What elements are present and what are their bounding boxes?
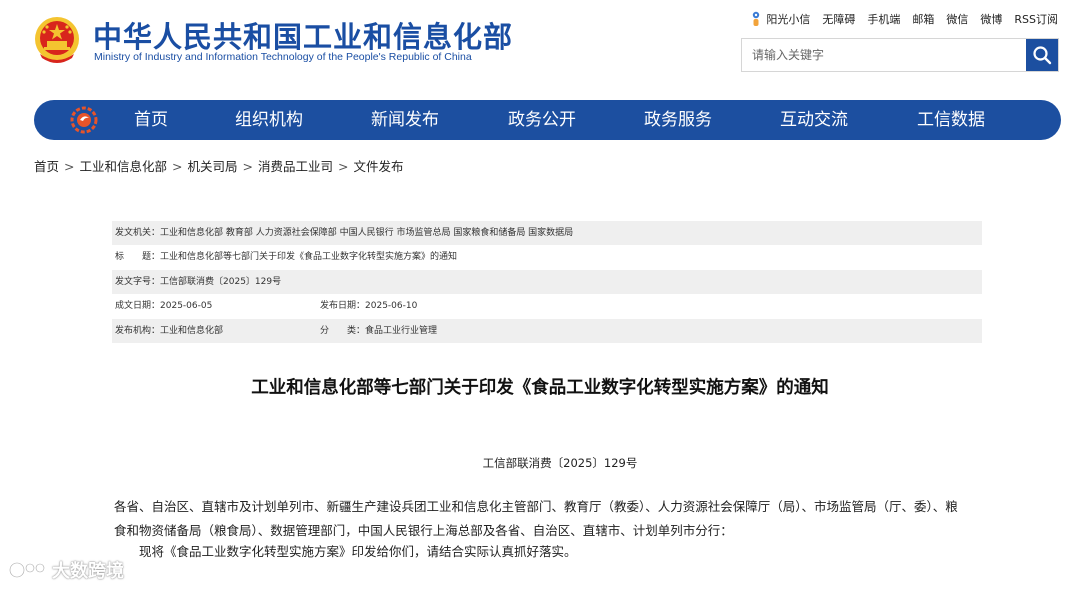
top-link-mail[interactable]: 邮箱 [912, 11, 934, 27]
top-link-weibo[interactable]: 微博 [980, 11, 1002, 27]
meta-title: 标 题：工业和信息化部等七部门关于印发《食品工业数字化转型实施方案》的通知 [115, 245, 457, 269]
top-utility-links: 阳光小信 无障碍 手机端 邮箱 微信 微博 RSS订阅 [750, 11, 1058, 27]
breadcrumb-separator: > [64, 159, 75, 174]
top-link-sunshine[interactable]: 阳光小信 [750, 11, 810, 27]
nav-item-organization[interactable]: 组织机构 [235, 100, 303, 140]
breadcrumb-separator: > [242, 159, 253, 174]
document-number: 工信部联消费〔2025〕129号 [482, 456, 638, 470]
watermark: 大数跨境 [8, 557, 124, 583]
article-paragraph-recipients: 各省、自治区、直辖市及计划单列市、新疆生产建设兵团工业和信息化主管部门、教育厅（… [114, 499, 958, 538]
top-link-wechat[interactable]: 微信 [946, 11, 968, 27]
meta-org: 发布机构：工业和信息化部 [115, 319, 223, 343]
nav-item-news[interactable]: 新闻发布 [371, 100, 439, 140]
meta-label: 发文字号： [115, 276, 161, 287]
breadcrumb-separator: > [172, 159, 183, 174]
article-paragraph-body: 现将《食品工业数字化转型实施方案》印发给你们，请结合实际认真抓好落实。 [139, 544, 577, 559]
breadcrumb-departments[interactable]: 机关司局 [188, 159, 238, 174]
meta-row-docno: 发文字号：工信部联消费〔2025〕129号 [112, 269, 982, 295]
sunshine-mascot-icon [753, 11, 760, 26]
meta-label: 标 题： [115, 252, 161, 263]
search-input[interactable] [742, 39, 1026, 71]
article-title: 工业和信息化部等七部门关于印发《食品工业数字化转型实施方案》的通知 [251, 378, 829, 398]
search-icon [1033, 46, 1052, 65]
watermark-logo-icon [8, 561, 45, 579]
meta-value: 工业和信息化部等七部门关于印发《食品工业数字化转型实施方案》的通知 [160, 252, 458, 263]
nav-item-data[interactable]: 工信数据 [917, 100, 985, 140]
document-metadata-table: 发文机关：工业和信息化部 教育部 人力资源社会保障部 中国人民银行 市场监管总局… [112, 221, 982, 343]
search-box [741, 38, 1059, 72]
meta-published: 发布日期：2025-06-10 [320, 294, 417, 318]
meta-label: 分 类： [320, 325, 366, 336]
meta-value: 工信部联消费〔2025〕129号 [160, 276, 282, 287]
main-nav: 首页 组织机构 新闻发布 政务公开 政务服务 互动交流 工信数据 [34, 100, 1061, 140]
nav-item-home[interactable]: 首页 [134, 100, 168, 140]
site-title: 中华人民共和国工业和信息化部 [93, 20, 514, 54]
breadcrumb-separator: > [338, 159, 349, 174]
breadcrumb-consumer-goods[interactable]: 消费品工业司 [258, 159, 333, 174]
breadcrumb: 首页 > 工业和信息化部 > 机关司局 > 消费品工业司 > 文件发布 [34, 156, 404, 175]
meta-issuer: 发文机关：工业和信息化部 教育部 人力资源社会保障部 中国人民银行 市场监管总局… [115, 221, 573, 245]
meta-row-issuer: 发文机关：工业和信息化部 教育部 人力资源社会保障部 中国人民银行 市场监管总局… [112, 221, 982, 246]
watermark-text: 大数跨境 [52, 561, 124, 582]
meta-docno: 发文字号：工信部联消费〔2025〕129号 [115, 270, 281, 294]
site-subtitle: Ministry of Industry and Information Tec… [94, 51, 472, 63]
national-emblem-icon [35, 17, 79, 63]
meta-row-org: 发布机构：工业和信息化部 分 类：食品工业行业管理 [112, 318, 982, 343]
breadcrumb-home[interactable]: 首页 [34, 159, 59, 174]
meta-label: 发布机构： [115, 325, 161, 336]
meta-value: 工业和信息化部 [160, 325, 224, 336]
meta-row-dates: 成文日期：2025-06-05 发布日期：2025-06-10 [112, 294, 982, 318]
meta-label: 成文日期： [115, 301, 161, 312]
breadcrumb-documents[interactable]: 文件发布 [354, 159, 404, 174]
nav-item-interaction[interactable]: 互动交流 [780, 100, 848, 140]
meta-label: 发布日期： [320, 301, 366, 312]
search-button[interactable] [1026, 39, 1058, 71]
meta-value: 工业和信息化部 教育部 人力资源社会保障部 中国人民银行 市场监管总局 国家粮食… [160, 228, 574, 238]
meta-category: 分 类：食品工业行业管理 [320, 319, 437, 343]
nav-item-services[interactable]: 政务服务 [644, 100, 712, 140]
meta-label: 发文机关： [115, 228, 161, 238]
top-link-mobile[interactable]: 手机端 [867, 11, 900, 27]
ministry-logo-icon [70, 106, 98, 134]
top-link-label: 阳光小信 [766, 13, 811, 26]
meta-row-title: 标 题：工业和信息化部等七部门关于印发《食品工业数字化转型实施方案》的通知 [112, 245, 982, 269]
meta-value: 2025-06-10 [365, 301, 418, 312]
meta-value: 食品工业行业管理 [365, 325, 438, 336]
top-link-rss[interactable]: RSS订阅 [1014, 11, 1058, 27]
nav-item-public-affairs[interactable]: 政务公开 [508, 100, 576, 140]
top-link-accessibility[interactable]: 无障碍 [822, 11, 855, 27]
breadcrumb-ministry[interactable]: 工业和信息化部 [80, 159, 168, 174]
meta-created: 成文日期：2025-06-05 [115, 294, 212, 318]
meta-value: 2025-06-05 [160, 301, 213, 312]
